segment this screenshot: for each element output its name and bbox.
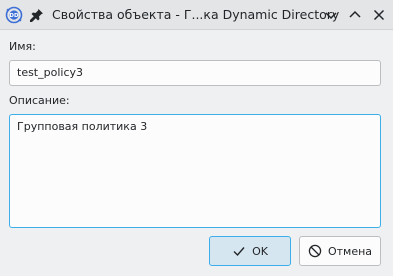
chevron-down-icon xyxy=(325,12,337,20)
svg-text:DD: DD xyxy=(9,13,19,19)
ok-button-label: OK xyxy=(252,244,268,258)
description-field[interactable]: Групповая политика 3 xyxy=(9,114,381,228)
properties-dialog: DD Свойства объекта - Г...ка Dynamic Dir… xyxy=(0,0,393,276)
dynamic-directory-icon[interactable]: DD xyxy=(5,6,23,24)
name-label: Имя: xyxy=(9,40,36,53)
cancel-icon xyxy=(308,244,322,258)
maximize-button[interactable] xyxy=(347,7,363,23)
pin-icon[interactable] xyxy=(30,8,44,22)
title-bar[interactable]: DD Свойства объекта - Г...ка Dynamic Dir… xyxy=(0,0,393,30)
close-icon xyxy=(373,9,385,21)
name-field[interactable]: test_policy3 xyxy=(9,60,381,86)
description-label: Описание: xyxy=(9,94,70,107)
chevron-up-icon xyxy=(349,10,361,18)
minimize-button[interactable] xyxy=(323,7,339,23)
ok-button[interactable]: OK xyxy=(209,236,291,266)
window-title: Свойства объекта - Г...ка Dynamic Direct… xyxy=(52,7,340,22)
cancel-button-label: Отмена xyxy=(327,244,373,258)
cancel-button[interactable]: Отмена xyxy=(299,236,381,266)
close-button[interactable] xyxy=(371,7,387,23)
checkmark-icon xyxy=(233,247,245,257)
